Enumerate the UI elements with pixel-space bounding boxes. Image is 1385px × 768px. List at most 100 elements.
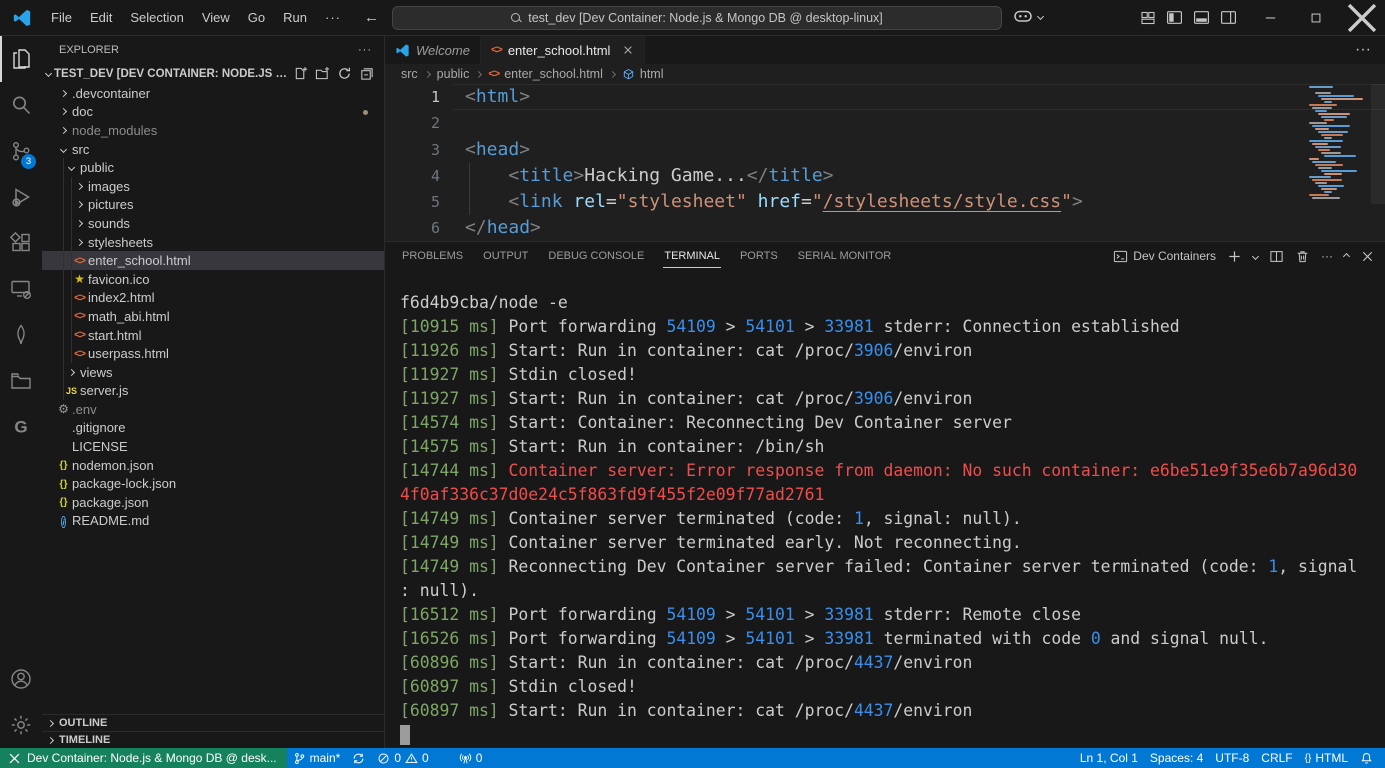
close-panel-icon[interactable] — [1360, 249, 1375, 264]
file-row-userpass-html[interactable]: <>userpass.html — [42, 344, 384, 363]
panel-tab-debug-console[interactable]: DEBUG CONSOLE — [547, 244, 645, 268]
file-row-doc[interactable]: doc — [42, 103, 384, 122]
encoding-item[interactable]: UTF-8 — [1209, 748, 1255, 768]
menu-file[interactable]: File — [42, 5, 81, 30]
panel-tab-output[interactable]: OUTPUT — [482, 244, 529, 268]
code-line-4[interactable]: 4 <title>Hacking Game...</title> — [385, 163, 1385, 189]
activity-run-debug[interactable] — [0, 174, 42, 220]
workspace-root-row[interactable]: TEST_DEV [DEV CONTAINER: NODE.JS & MONGO… — [42, 63, 384, 84]
file-row-src[interactable]: src — [42, 140, 384, 159]
eol-item[interactable]: CRLF — [1255, 748, 1298, 768]
terminal-dropdown-icon[interactable] — [1252, 252, 1259, 259]
timeline-section-header[interactable]: TIMELINE — [42, 731, 384, 748]
activity-gitlens[interactable]: G — [0, 404, 42, 450]
activity-extensions[interactable] — [0, 220, 42, 266]
menu-selection[interactable]: Selection — [121, 5, 192, 30]
code-line-5[interactable]: 5 <link rel="stylesheet" href="/styleshe… — [385, 189, 1385, 215]
file-row-server-js[interactable]: JSserver.js — [42, 382, 384, 401]
cursor-position-item[interactable]: Ln 1, Col 1 — [1074, 748, 1144, 768]
window-close-button[interactable] — [1339, 0, 1385, 35]
new-folder-icon[interactable] — [315, 66, 330, 81]
code-line-3[interactable]: 3<head> — [385, 137, 1385, 163]
file-row-enter-school-html[interactable]: <>enter_school.html — [42, 251, 384, 270]
sync-changes-button[interactable] — [346, 748, 371, 768]
panel-tab-terminal[interactable]: TERMINAL — [663, 244, 721, 268]
editor-more-actions-icon[interactable]: ··· — [1355, 41, 1371, 59]
menu-more-button[interactable]: ··· — [316, 5, 350, 30]
copilot-menu[interactable] — [1013, 8, 1043, 24]
nav-back-icon[interactable]: ← — [364, 9, 379, 26]
panel-tab-problems[interactable]: PROBLEMS — [401, 244, 464, 268]
panel-tab-ports[interactable]: PORTS — [739, 244, 779, 268]
toggle-secondary-sidebar-icon[interactable] — [1220, 9, 1237, 26]
git-branch-item[interactable]: main* — [287, 748, 347, 768]
file-row-views[interactable]: views — [42, 363, 384, 382]
remote-indicator[interactable]: Dev Container: Node.js & Mongo DB @ desk… — [0, 748, 287, 768]
menu-view[interactable]: View — [193, 5, 239, 30]
collapse-folders-icon[interactable] — [359, 66, 374, 81]
breadcrumb-html[interactable]: html — [622, 67, 664, 81]
minimap-slider[interactable] — [1371, 84, 1385, 204]
code-line-1[interactable]: 1<html> — [385, 84, 1385, 110]
file-row-sounds[interactable]: sounds — [42, 214, 384, 233]
command-center-search[interactable]: test_dev [Dev Container: Node.js & Mongo… — [392, 6, 1002, 30]
notifications-bell[interactable] — [1354, 748, 1385, 768]
terminal-shell-picker[interactable]: Dev Containers — [1113, 249, 1216, 264]
file-row-license[interactable]: LICENSE — [42, 437, 384, 456]
file-row-favicon-ico[interactable]: ★favicon.ico — [42, 270, 384, 289]
activity-account[interactable] — [0, 656, 42, 702]
file-row-package-lock-json[interactable]: {}package-lock.json — [42, 474, 384, 493]
refresh-explorer-icon[interactable] — [337, 66, 352, 81]
tab-enter-school-html[interactable]: <> enter_school.html — [481, 36, 645, 64]
toggle-sidebar-icon[interactable] — [1166, 9, 1183, 26]
window-minimize-button[interactable] — [1247, 0, 1293, 35]
customize-layout-icon[interactable] — [1140, 10, 1156, 26]
activity-containers[interactable] — [0, 358, 42, 404]
file-row-math-abi-html[interactable]: <>math_abi.html — [42, 307, 384, 326]
forwarded-ports-item[interactable]: 0 — [453, 748, 489, 768]
code-editor[interactable]: 1<html>23<head>4 <title>Hacking Game...<… — [385, 84, 1385, 241]
maximize-panel-icon[interactable] — [1343, 252, 1350, 259]
file-row-start-html[interactable]: <>start.html — [42, 326, 384, 345]
panel-tab-serial-monitor[interactable]: SERIAL MONITOR — [797, 244, 893, 268]
new-terminal-icon[interactable] — [1227, 249, 1242, 264]
minimap[interactable] — [1309, 86, 1371, 200]
file-row-nodemon-json[interactable]: {}nodemon.json — [42, 456, 384, 475]
activity-mongodb[interactable] — [0, 312, 42, 358]
problems-item[interactable]: 0 0 — [371, 748, 434, 768]
activity-source-control[interactable]: 3 — [0, 128, 42, 174]
breadcrumb-public[interactable]: public — [437, 67, 470, 81]
menu-go[interactable]: Go — [239, 5, 274, 30]
code-line-2[interactable]: 2 — [385, 110, 1385, 136]
menu-run[interactable]: Run — [274, 5, 316, 30]
window-maximize-button[interactable] — [1293, 0, 1339, 35]
toggle-panel-icon[interactable] — [1193, 9, 1210, 26]
file-row-package-json[interactable]: {}package.json — [42, 493, 384, 512]
panel-more-actions-icon[interactable]: ··· — [1321, 249, 1333, 263]
language-mode-item[interactable]: {} HTML — [1299, 748, 1354, 768]
terminal-output[interactable]: f6d4b9cba/node -e[10915 ms] Port forward… — [385, 270, 1385, 747]
new-file-icon[interactable] — [293, 66, 308, 81]
file-row-readme-md[interactable]: iREADME.md — [42, 512, 384, 531]
file-row-public[interactable]: public — [42, 158, 384, 177]
menu-edit[interactable]: Edit — [81, 5, 121, 30]
indentation-item[interactable]: Spaces: 4 — [1144, 748, 1209, 768]
split-terminal-icon[interactable] — [1269, 249, 1284, 264]
breadcrumb-enter-school-html[interactable]: <>enter_school.html — [488, 67, 603, 81]
file-row-stylesheets[interactable]: stylesheets — [42, 233, 384, 252]
activity-explorer[interactable] — [0, 36, 42, 82]
tab-welcome[interactable]: Welcome — [385, 36, 481, 64]
sidebar-more-button[interactable]: ··· — [358, 44, 372, 56]
file-row-pictures[interactable]: pictures — [42, 196, 384, 215]
activity-remote-explorer[interactable] — [0, 266, 42, 312]
tab-close-icon[interactable] — [622, 44, 634, 56]
activity-settings[interactable] — [0, 702, 42, 748]
file-row-devcontainer[interactable]: .devcontainer — [42, 84, 384, 103]
file-row-index2-html[interactable]: <>index2.html — [42, 289, 384, 308]
file-row-images[interactable]: images — [42, 177, 384, 196]
outline-section-header[interactable]: OUTLINE — [42, 714, 384, 731]
breadcrumb-src[interactable]: src — [401, 67, 418, 81]
file-row-env[interactable]: ⚙.env — [42, 400, 384, 419]
file-row-node-modules[interactable]: node_modules — [42, 121, 384, 140]
kill-terminal-icon[interactable] — [1295, 249, 1310, 264]
